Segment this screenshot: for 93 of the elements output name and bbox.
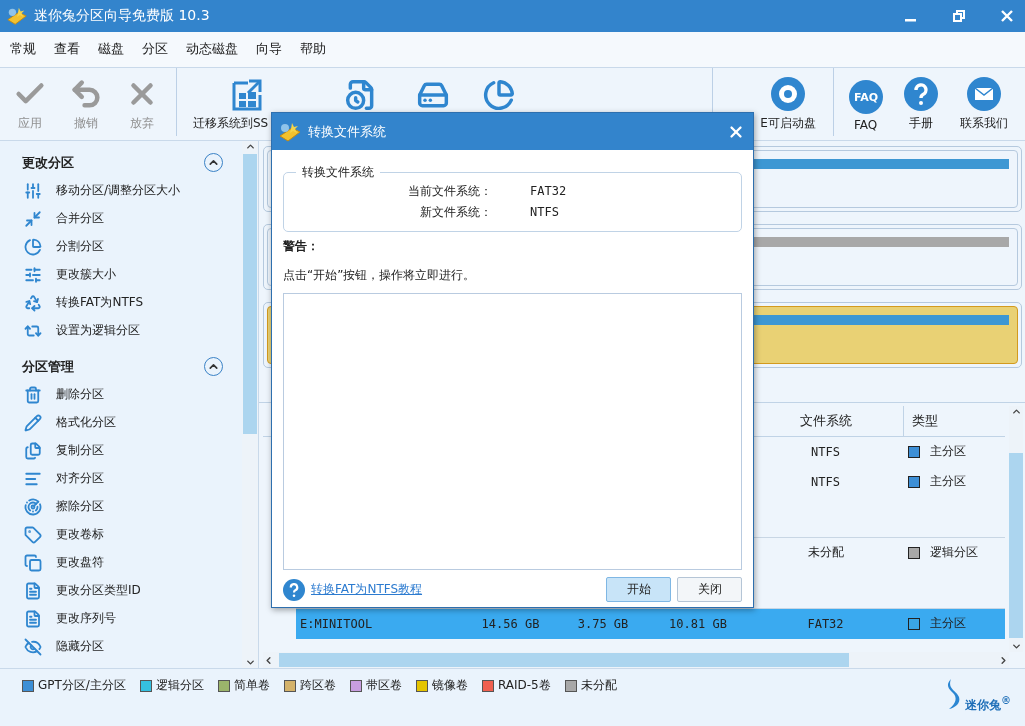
warning-title: 警告： [283, 238, 320, 255]
table-cell: 主分区 [930, 473, 966, 491]
help-icon[interactable] [283, 578, 305, 601]
sidebar-item[interactable]: 合并分区 [0, 204, 242, 233]
table-row[interactable]: 未分配 逻辑分区 [296, 537, 1005, 568]
scroll-right-icon[interactable] [998, 654, 1009, 666]
tag-icon [24, 525, 42, 544]
radar-icon [24, 497, 42, 516]
sidebar-item[interactable]: 对齐分区 [0, 464, 242, 493]
section-title: 分区管理 [22, 357, 74, 376]
dialog-button[interactable]: 开始 [606, 577, 671, 602]
sidebar-item[interactable]: 更改序列号 [0, 604, 242, 633]
files-icon [24, 441, 42, 460]
legend-label: 逻辑分区 [155, 677, 204, 695]
table-cell: 主分区 [930, 443, 966, 461]
window-title: 迷你兔分区向导免费版 10.3 [34, 6, 211, 25]
sidebar-item[interactable]: 复制分区 [0, 436, 242, 465]
tutorial-link[interactable]: 转换FAT为NTFS教程 [311, 581, 423, 598]
table-cell: E:MINITOOL [300, 616, 373, 631]
warning-message: 点击“开始”按钮，操作将立即进行。 [283, 267, 477, 284]
sidebar-item[interactable]: 更改盘符 [0, 548, 242, 577]
close-icon[interactable] [999, 7, 1015, 24]
legend-label: 带区卷 [365, 677, 402, 695]
menu-item[interactable]: 分区 [142, 40, 168, 59]
sidebar-item[interactable]: 擦除分区 [0, 492, 242, 521]
table-cell: 10.81 GB [669, 616, 727, 631]
sidebar-item[interactable]: 更改簇大小 [0, 260, 242, 289]
table-cell: NTFS [811, 444, 840, 459]
menu-item[interactable]: 查看 [54, 40, 80, 59]
sliders-icon [24, 265, 42, 284]
table-cell: 逻辑分区 [930, 544, 978, 562]
dialog-title: 转换文件系统 [308, 122, 387, 141]
legend-label: GPT分区/主分区 [38, 677, 126, 695]
sidebar-item[interactable]: 转换FAT为NTFS [0, 288, 242, 317]
recycle-icon [24, 293, 42, 312]
legend-label: 未分配 [580, 677, 617, 695]
table-row[interactable]: E:MINITOOL 14.56 GB 3.75 GB 10.81 GB FAT32 主分区 [296, 608, 1005, 639]
sidebar-item[interactable]: 分割分区 [0, 232, 242, 261]
sliders-icon [24, 181, 42, 200]
menu-item[interactable]: 磁盘 [98, 40, 124, 59]
pencil-icon [24, 413, 42, 432]
table-row[interactable]: NTFS 主分区 [296, 436, 1005, 467]
document-icon [24, 609, 42, 628]
legend-label: RAID-5卷 [497, 677, 551, 695]
table-cell: 未分配 [807, 545, 844, 560]
table-cell: 主分区 [930, 615, 966, 633]
column-header[interactable]: 文件系统 [799, 411, 852, 430]
sidebar-item[interactable]: 移动分区/调整分区大小 [0, 176, 242, 205]
table-cell: NTFS [811, 474, 840, 489]
menu-item[interactable]: 帮助 [300, 40, 326, 59]
column-header[interactable]: 类型 [912, 411, 938, 430]
field-value: FAT32 [530, 183, 568, 200]
disc-icon [771, 76, 805, 111]
sidebar-item[interactable]: 格式化分区 [0, 408, 242, 437]
table-row[interactable]: NTFS 主分区 [296, 466, 1005, 497]
sidebar-item[interactable]: 设置为逻辑分区 [0, 316, 242, 345]
legend-label: 简单卷 [233, 677, 270, 695]
legend-label: 跨区卷 [299, 677, 336, 695]
sidebar-item[interactable]: 隐藏分区 [0, 632, 242, 661]
brand-logo-text: 迷你兔$^{®}$ [965, 695, 1011, 715]
group-title: 转换文件系统 [301, 164, 375, 181]
help-icon [903, 76, 938, 111]
dialog-button[interactable]: 关闭 [677, 577, 742, 602]
menu-item[interactable]: 向导 [256, 40, 282, 59]
toolbar-button[interactable]: FAQ FAQ [838, 67, 893, 136]
eye-off-icon [24, 637, 42, 656]
document-icon [24, 581, 42, 600]
field-label: 当前文件系统： [407, 183, 492, 200]
pie-chart-icon [24, 237, 42, 256]
sidebar-item[interactable]: 更改分区类型ID [0, 576, 242, 605]
section-title: 更改分区 [22, 153, 74, 172]
mail-icon [967, 76, 1001, 111]
pie-chart-icon[interactable] [483, 78, 515, 111]
menu-item[interactable]: 动态磁盘 [186, 40, 238, 59]
legend-label: 镜像卷 [431, 677, 468, 695]
merge-arrows-icon [24, 209, 42, 228]
menu-item[interactable]: 常规 [10, 40, 36, 59]
table-cell: 14.56 GB [481, 616, 540, 631]
field-label: 新文件系统： [419, 204, 492, 221]
scroll-thumb[interactable] [243, 153, 257, 434]
faq-icon: FAQ [848, 79, 883, 114]
scroll-thumb[interactable] [1009, 452, 1023, 638]
restore-icon[interactable] [951, 7, 967, 24]
copy-icon [24, 553, 42, 572]
field-value: NTFS [530, 204, 560, 221]
sidebar-item[interactable]: 删除分区 [0, 380, 242, 409]
table-cell: FAT32 [807, 616, 844, 631]
trash-icon [24, 385, 42, 404]
scroll-thumb[interactable] [279, 653, 849, 668]
toolbar-button[interactable]: 联系我们 [948, 67, 1020, 136]
toolbar-button[interactable]: 手册 [893, 67, 948, 136]
sidebar-item[interactable]: 更改卷标 [0, 520, 242, 549]
table-cell: 3.75 GB [577, 616, 629, 631]
